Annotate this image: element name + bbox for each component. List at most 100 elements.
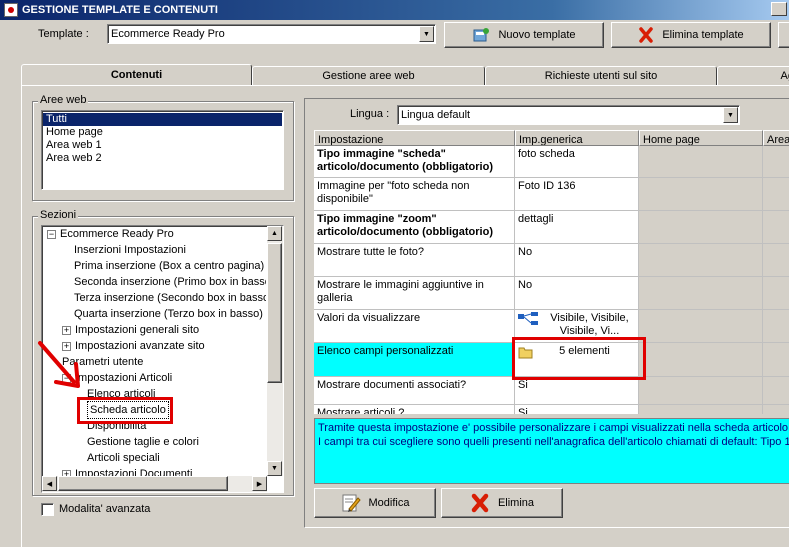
expand-icon[interactable]: + [62,325,71,335]
grid-row-home-page[interactable] [639,310,763,343]
title-bar: GESTIONE TEMPLATE E CONTENUTI [0,0,789,20]
tree-item-label: Impostazioni avanzate sito [75,340,205,352]
list-item[interactable]: Home page [43,126,282,139]
grid-row-area[interactable] [763,178,789,211]
tree-hscrollbar[interactable]: ◀ ▶ [42,476,267,492]
scroll-thumb[interactable] [267,243,282,383]
grid-row-setting-name[interactable]: Elenco campi personalizzati [314,343,515,377]
app-icon [4,3,18,17]
grid-row-setting-name[interactable]: Valori da visualizzare [314,310,515,343]
tree-item[interactable]: Articoli speciali [44,450,266,466]
grid-row-area[interactable] [763,146,789,178]
template-select[interactable]: Ecommerce Ready Pro ▼ [107,24,436,44]
grid-row-area[interactable] [763,277,789,310]
grid-row-area[interactable] [763,310,789,343]
delete-button[interactable]: Elimina [441,488,563,518]
description-line-1: Tramite questa impostazione e' possibile… [318,422,789,434]
grid-row-setting-name[interactable]: Mostrare le immagini aggiuntive in galle… [314,277,515,310]
advanced-mode-checkbox[interactable] [41,503,54,516]
grid-row-home-page[interactable] [639,343,763,377]
tab-richieste-utenti[interactable]: Richieste utenti sul sito [485,66,717,86]
tree-list-icon [518,312,538,325]
grid-row-area[interactable] [763,211,789,244]
hscroll-thumb[interactable] [58,476,228,491]
tree-item[interactable]: Quarta inserzione (Terzo box in basso) [44,306,266,322]
grid-row-value[interactable]: Si [515,377,639,405]
tree-item-label: Terza inserzione (Secondo box in basso) [74,292,266,304]
annotation-box-scheda [77,397,173,424]
scroll-up-icon[interactable]: ▲ [267,226,282,241]
tree-vscrollbar[interactable]: ▲ ▼ [267,226,283,476]
advanced-mode-label: Modalita' avanzata [59,503,151,515]
delete-template-button[interactable]: Elimina template [611,22,771,48]
toolbar-overflow-button[interactable] [778,22,789,48]
grid-row-home-page[interactable] [639,244,763,277]
tree-item[interactable]: + Impostazioni generali sito [44,322,266,338]
grid-row-area[interactable] [763,343,789,377]
grid-row-area[interactable] [763,405,789,414]
grid-row-home-page[interactable] [639,377,763,405]
annotation-arrow-icon [38,341,80,388]
grid-row-setting-name[interactable]: Tipo immagine "scheda" articolo/document… [314,146,515,178]
tree-item[interactable]: + Impostazioni Documenti [44,466,266,476]
tree-item-label: Articoli speciali [87,452,160,464]
new-template-icon [473,28,490,42]
tree-item[interactable]: Inserzioni Impostazioni [44,242,266,258]
list-item[interactable]: Tutti [43,113,282,126]
aree-web-list[interactable]: Tutti Home page Area web 1 Area web 2 [41,110,284,190]
grid-row-value[interactable]: foto scheda [515,146,639,178]
grid-row-home-page[interactable] [639,211,763,244]
grid-row-setting-name[interactable]: Tipo immagine "zoom" articolo/documento … [314,211,515,244]
scroll-down-icon[interactable]: ▼ [267,461,282,476]
new-template-button[interactable]: Nuovo template [444,22,604,48]
chevron-down-icon[interactable]: ▼ [419,26,434,42]
grid-row-home-page[interactable] [639,277,763,310]
grid-row-setting-name[interactable]: Mostrare tutte le foto? [314,244,515,277]
grid-header-area[interactable]: Area [763,130,789,146]
grid-row-area[interactable] [763,244,789,277]
tree-item[interactable]: Seconda inserzione (Primo box in basso) [44,274,266,290]
modify-button[interactable]: Modifica [314,488,436,518]
tab-gestione-aree-web[interactable]: Gestione aree web [252,66,485,86]
list-item[interactable]: Area web 1 [43,139,282,152]
collapse-icon[interactable]: − [47,229,56,239]
lingua-select[interactable]: Lingua default ▼ [397,105,740,125]
grid-header-impostazione[interactable]: Impostazione [314,130,515,146]
grid-row-home-page[interactable] [639,146,763,178]
chevron-down-icon[interactable]: ▼ [723,107,738,123]
tree-item[interactable]: Prima inserzione (Box a centro pagina) [44,258,266,274]
tree-item-label: Inserzioni Impostazioni [74,244,186,256]
grid-row-value[interactable]: Si [515,405,639,414]
tree-item[interactable]: − Ecommerce Ready Pro [44,226,266,242]
tree-item-label: Impostazioni Documenti [75,468,193,476]
grid-header-home-page[interactable]: Home page [639,130,763,146]
lingua-label: Lingua : [350,108,390,120]
grid-row-home-page[interactable] [639,178,763,211]
grid-row-setting-name[interactable]: Immagine per "foto scheda non disponibil… [314,178,515,211]
scroll-right-icon[interactable]: ▶ [252,476,267,491]
close-button[interactable] [771,2,787,16]
tree-item-label: Prima inserzione (Box a centro pagina) [74,260,265,272]
grid-header-imp-generica[interactable]: Imp.generica [515,130,639,146]
grid-row-value[interactable]: No [515,277,639,310]
grid-row-value[interactable]: No [515,244,639,277]
tree-item[interactable]: Terza inserzione (Secondo box in basso) [44,290,266,306]
tab-contenuti[interactable]: Contenuti [21,64,252,86]
tab-ag[interactable]: Ag [717,66,789,86]
grid-row-value[interactable]: Foto ID 136 [515,178,639,211]
grid-row-home-page[interactable] [639,405,763,414]
tree-item-label: Quarta inserzione (Terzo box in basso) [74,308,263,320]
tree-item-label: Gestione taglie e colori [87,436,199,448]
delete-x-icon [639,27,654,43]
grid-row-setting-name[interactable]: Mostrare documenti associati? [314,377,515,405]
grid-row-value[interactable]: dettagli [515,211,639,244]
scroll-left-icon[interactable]: ◀ [42,476,57,491]
delete-x-icon [471,493,489,513]
grid-row-area[interactable] [763,377,789,405]
tree-item[interactable]: Gestione taglie e colori [44,434,266,450]
edit-document-icon [342,494,361,512]
lingua-select-value: Lingua default [401,109,471,121]
list-item[interactable]: Area web 2 [43,152,282,165]
description-box: Tramite questa impostazione e' possibile… [314,418,789,484]
grid-row-setting-name[interactable]: Mostrare articoli ? [314,405,515,414]
